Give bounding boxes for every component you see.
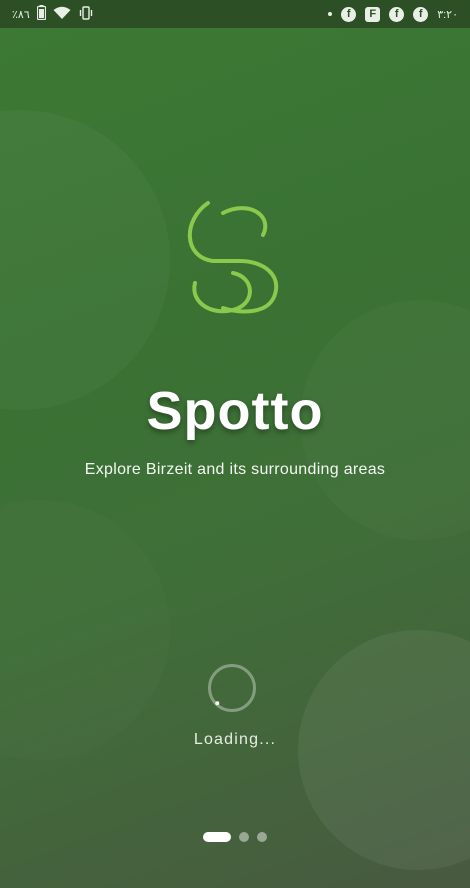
page-indicator (0, 832, 470, 842)
splash-screen: ٪٨٦ f F f f ٣:٢٠ Spotto Explore Birzeit … (0, 0, 470, 888)
battery-icon (36, 5, 46, 23)
vibrate-icon (78, 5, 94, 23)
status-bar-left: ٪٨٦ (12, 5, 94, 23)
page-indicator-active (203, 832, 231, 842)
background-bubble (0, 500, 170, 760)
notification-dot-icon (328, 12, 333, 16)
battery-percent: ٪٨٦ (12, 8, 30, 21)
app-tagline: Explore Birzeit and its surrounding area… (84, 461, 386, 478)
page-indicator-dot (239, 832, 249, 842)
wifi-icon (53, 6, 71, 23)
facebook-icon: f (389, 6, 405, 22)
facebook-icon: f (341, 6, 357, 22)
app-title: Spotto (146, 381, 324, 441)
facebook-icon: f (413, 6, 429, 22)
loading-spinner (207, 663, 257, 713)
flipboard-icon: F (365, 6, 381, 22)
spotto-logo (178, 195, 288, 320)
loading-label: Loading... (193, 731, 277, 748)
page-indicator-dot (257, 832, 267, 842)
clock: ٣:٢٠ (437, 8, 458, 21)
background-bubble (0, 110, 170, 410)
status-bar: ٪٨٦ f F f f ٣:٢٠ (0, 0, 470, 28)
status-bar-right: f F f f ٣:٢٠ (328, 6, 458, 22)
